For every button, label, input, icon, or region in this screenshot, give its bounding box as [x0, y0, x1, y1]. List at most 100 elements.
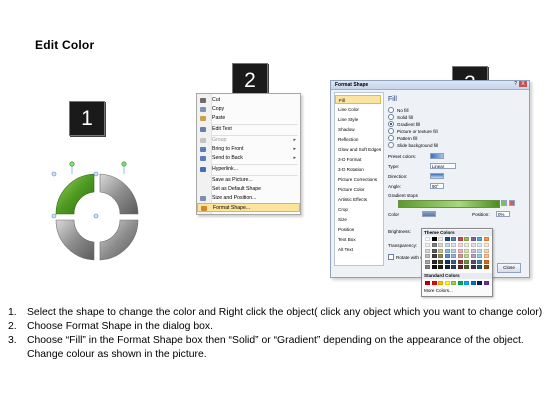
- more-colors-link[interactable]: More Colors...: [424, 288, 453, 294]
- standard-color-swatch[interactable]: [444, 281, 450, 285]
- color-swatch[interactable]: [431, 237, 437, 241]
- preset-colors-dropdown[interactable]: [430, 153, 444, 159]
- category-3d-format[interactable]: 3-D Format: [338, 155, 381, 164]
- category-fill[interactable]: Fill: [335, 95, 381, 104]
- color-swatch[interactable]: [431, 265, 437, 269]
- color-swatch[interactable]: [438, 254, 443, 258]
- color-swatch[interactable]: [451, 259, 456, 264]
- color-swatch[interactable]: [431, 254, 437, 258]
- color-swatch[interactable]: [438, 237, 443, 241]
- menu-item-hyperlink[interactable]: Hyperlink...: [197, 165, 300, 174]
- help-icon[interactable]: ?: [514, 81, 517, 87]
- color-swatch[interactable]: [425, 248, 430, 253]
- category-reflection[interactable]: Reflection: [338, 135, 381, 144]
- menu-item-save-as-picture[interactable]: Save as Picture...: [197, 176, 300, 185]
- category-picture-color[interactable]: Picture Color: [338, 185, 381, 194]
- category-line-color[interactable]: Line Color: [338, 105, 381, 114]
- standard-color-swatch[interactable]: [438, 281, 443, 285]
- color-swatch[interactable]: [457, 254, 463, 258]
- dialog-category-list[interactable]: Fill Line Color Line Style Shadow Reflec…: [334, 92, 384, 266]
- category-artistic-effects[interactable]: Artistic Effects: [338, 195, 381, 204]
- color-swatch[interactable]: [431, 243, 437, 247]
- color-swatch[interactable]: [444, 243, 450, 247]
- category-size[interactable]: Size: [338, 215, 381, 224]
- ring-segment-bottom-right[interactable]: [99, 219, 139, 261]
- ring-segment-top-left-green[interactable]: [55, 173, 95, 215]
- color-swatch[interactable]: [457, 265, 463, 269]
- color-swatch[interactable]: [425, 259, 430, 264]
- menu-item-format-shape[interactable]: Format Shape...: [197, 203, 300, 212]
- color-swatch[interactable]: [477, 248, 482, 253]
- color-swatch[interactable]: [483, 259, 489, 264]
- color-swatch[interactable]: [470, 254, 476, 258]
- color-swatch[interactable]: [451, 248, 456, 253]
- remove-stop-button[interactable]: [509, 200, 515, 206]
- color-picker-button[interactable]: [422, 211, 436, 217]
- standard-color-swatch[interactable]: [470, 281, 476, 285]
- color-swatch[interactable]: [438, 265, 443, 269]
- ring-segment-bottom-left[interactable]: [55, 219, 95, 261]
- close-button[interactable]: Close: [497, 263, 521, 273]
- ring-segment-top-right[interactable]: [99, 173, 139, 215]
- color-swatch[interactable]: [483, 248, 489, 253]
- standard-color-swatch[interactable]: [425, 281, 430, 285]
- color-swatch[interactable]: [464, 248, 469, 253]
- standard-color-swatch[interactable]: [451, 281, 456, 285]
- color-swatch[interactable]: [477, 243, 482, 247]
- menu-item-cut[interactable]: Cut: [197, 96, 300, 105]
- color-swatch[interactable]: [438, 259, 443, 264]
- color-swatch[interactable]: [438, 248, 443, 253]
- color-swatch[interactable]: [477, 259, 482, 264]
- ring-shape[interactable]: [42, 158, 154, 278]
- standard-color-swatch[interactable]: [457, 281, 463, 285]
- color-swatch[interactable]: [425, 243, 430, 247]
- color-swatch[interactable]: [470, 265, 476, 269]
- menu-item-set-default-shape[interactable]: Set as Default Shape: [197, 185, 300, 194]
- standard-color-swatch[interactable]: [483, 281, 489, 285]
- color-swatch[interactable]: [444, 259, 450, 264]
- radio-pattern-fill[interactable]: Pattern fill: [388, 134, 417, 142]
- angle-input[interactable]: 90°: [430, 183, 444, 189]
- type-select[interactable]: Linear: [430, 163, 456, 169]
- color-swatch[interactable]: [451, 265, 456, 269]
- category-glow-soft-edges[interactable]: Glow and Soft Edges: [338, 145, 381, 154]
- menu-item-edit-text[interactable]: Edit Text: [197, 125, 300, 134]
- position-input[interactable]: 0%: [496, 211, 510, 217]
- color-swatch[interactable]: [425, 265, 430, 269]
- color-swatch[interactable]: [431, 259, 437, 264]
- category-crop[interactable]: Crop: [338, 205, 381, 214]
- radio-no-fill[interactable]: No fill: [388, 106, 409, 114]
- color-swatch[interactable]: [483, 254, 489, 258]
- menu-item-paste[interactable]: Paste: [197, 114, 300, 123]
- color-swatch[interactable]: [438, 243, 443, 247]
- category-line-style[interactable]: Line Style: [338, 115, 381, 124]
- color-swatch[interactable]: [483, 265, 489, 269]
- menu-item-copy[interactable]: Copy: [197, 105, 300, 114]
- direction-dropdown[interactable]: [430, 173, 444, 179]
- color-swatch[interactable]: [464, 237, 469, 241]
- color-swatch[interactable]: [470, 237, 476, 241]
- rotation-handle-2[interactable]: [121, 161, 127, 167]
- color-swatch[interactable]: [457, 248, 463, 253]
- radio-solid-fill[interactable]: Solid fill: [388, 113, 413, 121]
- close-icon[interactable]: X: [519, 81, 527, 87]
- color-swatch[interactable]: [457, 243, 463, 247]
- color-swatch[interactable]: [464, 265, 469, 269]
- color-palette-dropdown[interactable]: Theme Colors Standard Colors More Colors…: [421, 228, 493, 297]
- color-swatch[interactable]: [451, 243, 456, 247]
- radio-gradient-fill[interactable]: Gradient fill: [388, 120, 420, 128]
- rotation-handle[interactable]: [69, 161, 75, 167]
- gradient-stops-bar[interactable]: [398, 200, 500, 208]
- dialog-titlebar[interactable]: Format Shape ? X: [331, 81, 529, 90]
- category-text-box[interactable]: Text Box: [338, 235, 381, 244]
- color-swatch[interactable]: [457, 237, 463, 241]
- menu-item-send-to-back[interactable]: Send to Back ▸: [197, 154, 300, 163]
- color-swatch[interactable]: [444, 265, 450, 269]
- color-swatch[interactable]: [444, 254, 450, 258]
- category-alt-text[interactable]: Alt Text: [338, 245, 381, 254]
- context-menu[interactable]: Cut Copy Paste Edit Text Group ▸ Bring to…: [196, 93, 301, 215]
- standard-color-swatch[interactable]: [464, 281, 469, 285]
- menu-item-bring-to-front[interactable]: Bring to Front ▸: [197, 145, 300, 154]
- color-swatch[interactable]: [451, 254, 456, 258]
- color-swatch[interactable]: [477, 265, 482, 269]
